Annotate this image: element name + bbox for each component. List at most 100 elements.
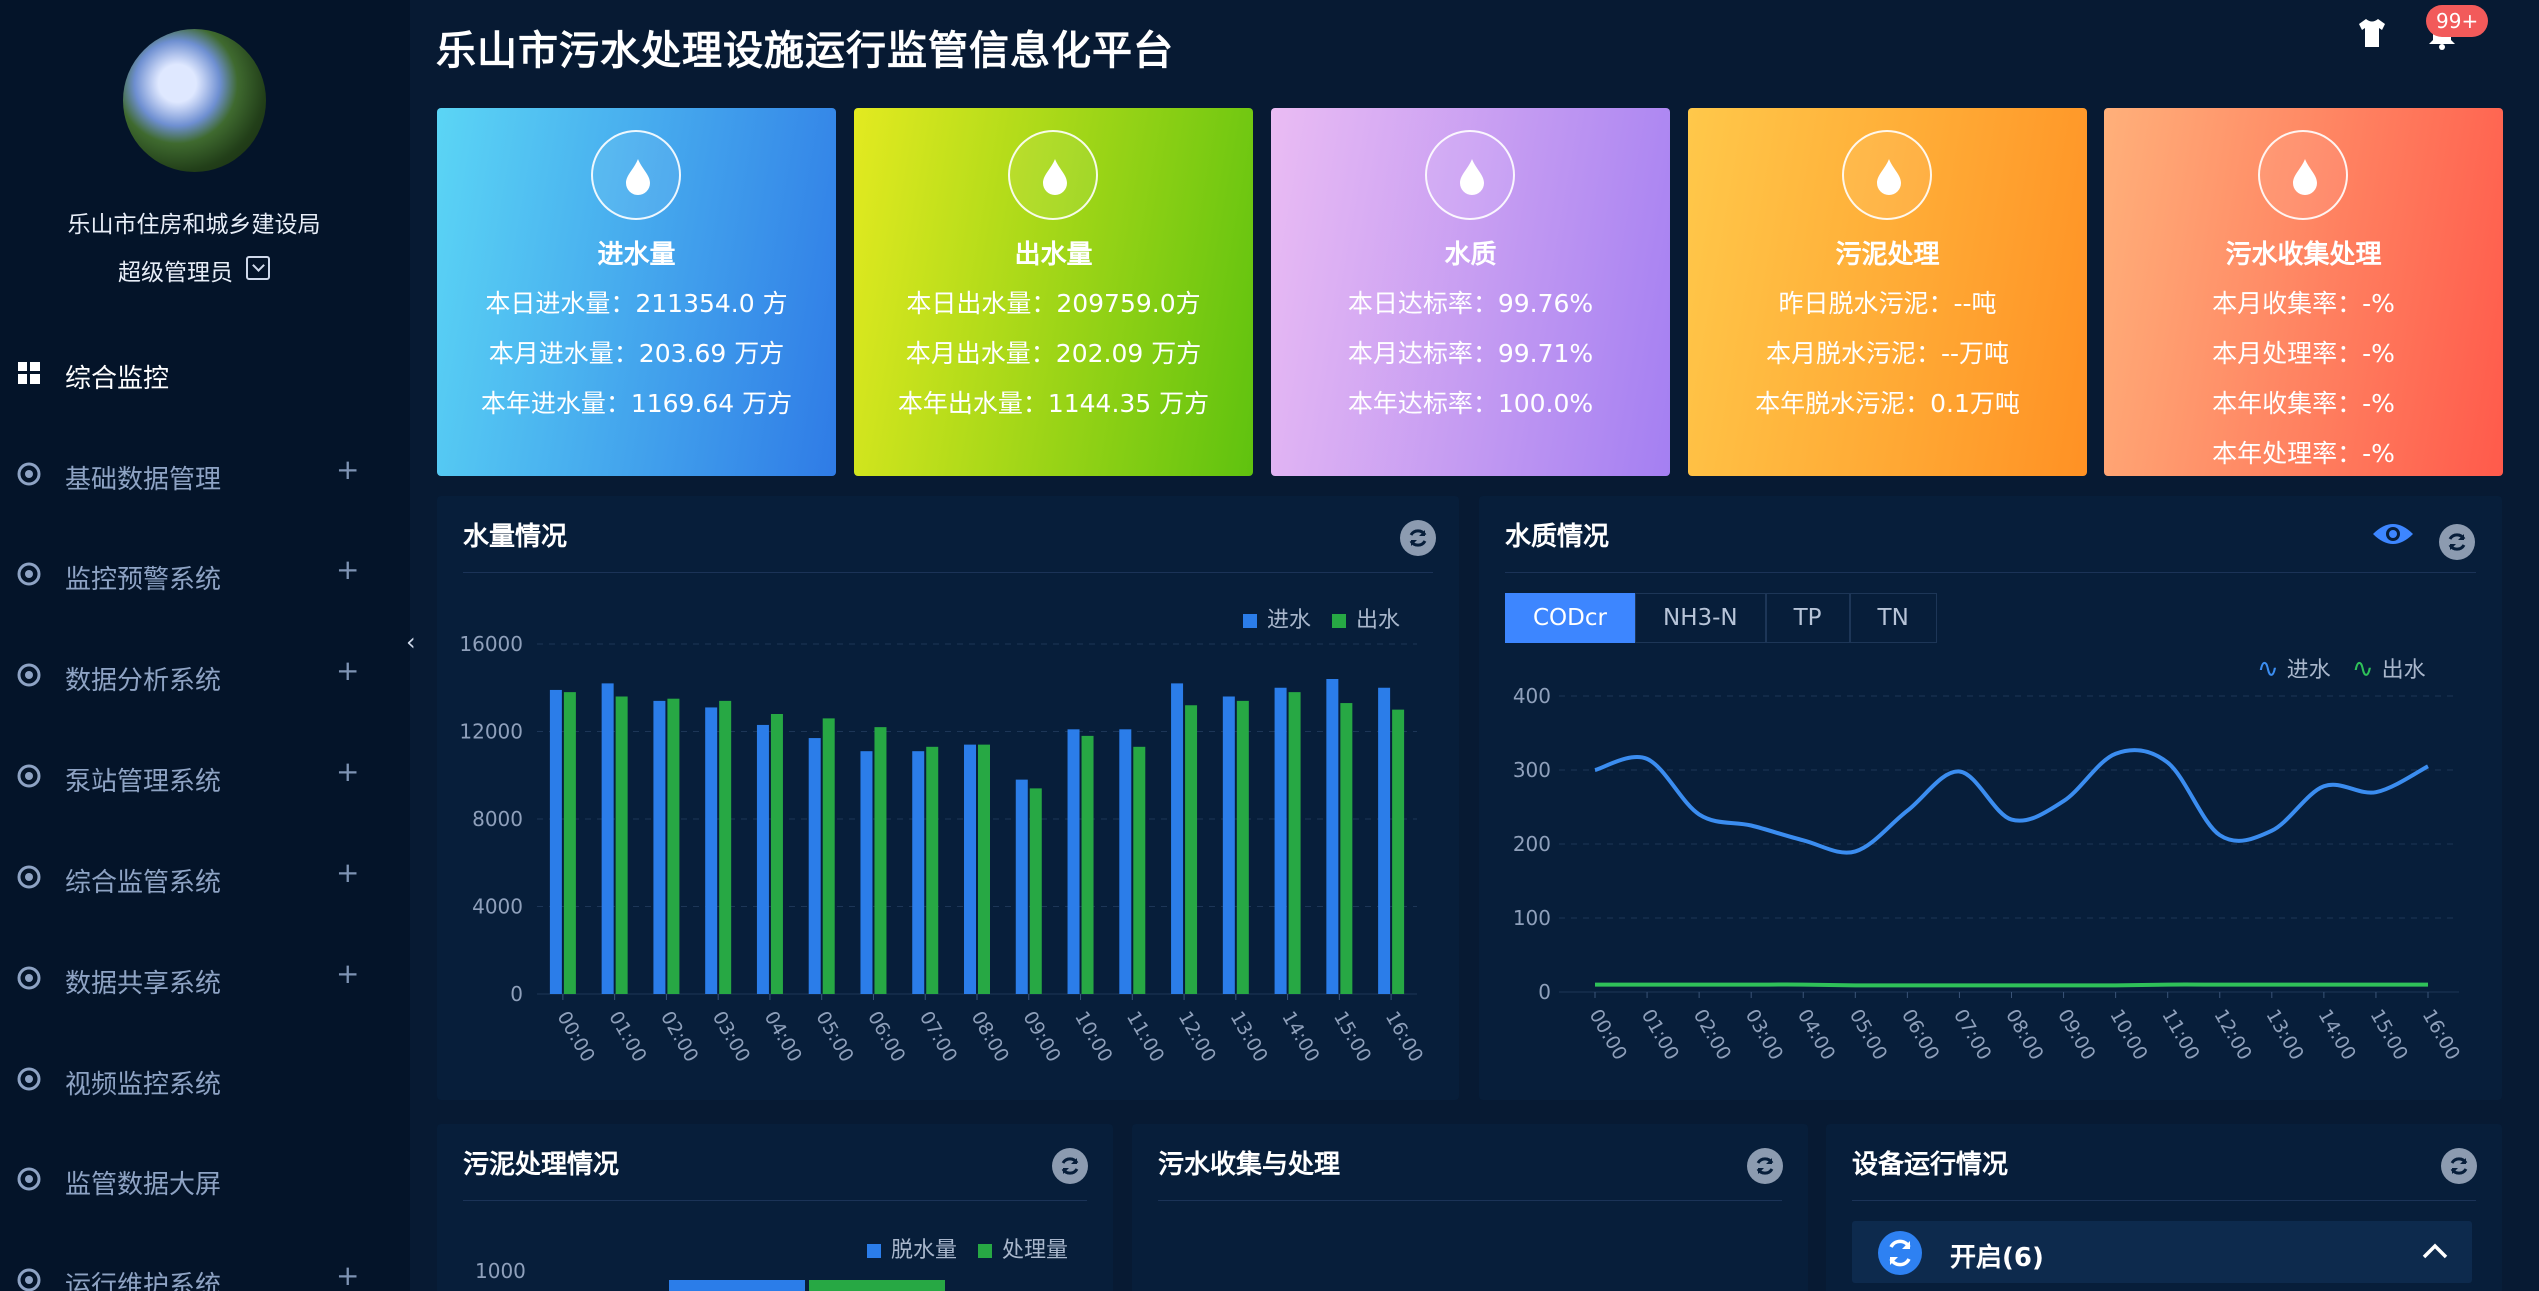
x-tick-label: 05:00	[811, 1008, 857, 1066]
bar-in[interactable]	[549, 689, 562, 994]
x-tick-label: 01:00	[604, 1008, 650, 1066]
bar-out[interactable]	[1185, 705, 1198, 994]
expand-plus-icon[interactable]: +	[336, 654, 359, 687]
bar-out[interactable]	[615, 696, 628, 995]
refresh-icon[interactable]	[1747, 1148, 1783, 1184]
chart-legend[interactable]: 脱水量 处理量	[867, 1232, 1068, 1264]
panel-divider	[1158, 1200, 1782, 1201]
sludge-bar	[809, 1280, 945, 1291]
x-tick-label: 14:00	[2314, 1006, 2360, 1064]
bar-out[interactable]	[1288, 692, 1301, 994]
sidebar-item-1[interactable]: 基础数据管理 +	[0, 445, 388, 505]
expand-plus-icon[interactable]: +	[336, 553, 359, 586]
skin-shirt-icon[interactable]	[2355, 16, 2389, 50]
bar-in[interactable]	[1015, 779, 1028, 994]
expand-plus-icon[interactable]: +	[336, 755, 359, 788]
stat-card-1[interactable]: 出水量 本日出水量：209759.0方 本月出水量：202.09 万方 本年出水量：1…	[854, 108, 1253, 476]
sidebar-item-3[interactable]: 数据分析系统 +	[0, 646, 388, 706]
bar-out[interactable]	[1392, 709, 1405, 994]
avatar[interactable]	[123, 29, 266, 172]
sidebar-item-0[interactable]: 综合监控	[0, 344, 388, 404]
bar-out[interactable]	[978, 744, 990, 994]
role-dropdown-icon[interactable]	[246, 256, 270, 280]
panel-title: 污水收集与处理	[1158, 1150, 1341, 1180]
sidebar-item-label: 监管数据大屏	[65, 1170, 222, 1200]
bar-out[interactable]	[822, 718, 835, 994]
bar-out[interactable]	[1340, 703, 1353, 994]
sidebar-item-6[interactable]: 数据共享系统 +	[0, 949, 388, 1009]
refresh-icon[interactable]	[1052, 1148, 1088, 1184]
bar-out[interactable]	[719, 700, 732, 994]
dashboard-icon	[18, 362, 40, 384]
bar-in[interactable]	[860, 751, 873, 994]
card-stat-line: 本年脱水污泥：0.1万吨	[1755, 389, 2020, 418]
expand-plus-icon[interactable]: +	[336, 856, 359, 889]
bar-in[interactable]	[1326, 679, 1339, 994]
stat-card-4[interactable]: 污水收集处理 本月收集率：-% 本月处理率：-% 本年收集率：-% 本年处理率：-%	[2104, 108, 2503, 476]
bar-in[interactable]	[1378, 687, 1391, 994]
bar-in[interactable]	[808, 738, 821, 994]
water-volume-bar-chart: 040008000120001600000:00 01:00 02:00 03:00 0…	[459, 632, 1427, 1066]
bar-out[interactable]	[770, 714, 783, 994]
bar-out[interactable]	[1081, 735, 1094, 994]
x-tick-label: 15:00	[2366, 1006, 2412, 1064]
refresh-icon[interactable]	[2441, 1148, 2477, 1184]
stat-card-0[interactable]: 进水量 本日进水量：211354.0 方本月进水量：203.69 万方 本年进水量：…	[437, 108, 836, 476]
bar-in[interactable]	[1067, 729, 1080, 994]
x-tick-label: 06:00	[1897, 1006, 1943, 1064]
camera-icon	[17, 1067, 41, 1091]
equipment-accordion[interactable]: 开启(6)	[1852, 1221, 2472, 1283]
sidebar-item-2[interactable]: 监控预警系统 +	[0, 545, 388, 605]
bar-in[interactable]	[756, 724, 769, 994]
sidebar-item-label: 运行维护系统	[65, 1271, 222, 1291]
sidebar-item-9[interactable]: 运行维护系统 +	[0, 1251, 388, 1291]
bar-in[interactable]	[1222, 696, 1235, 995]
bar-in[interactable]	[653, 700, 666, 994]
sidebar-item-label: 数据分析系统	[65, 666, 222, 696]
bar-out[interactable]	[563, 692, 576, 994]
sync-icon	[1878, 1231, 1922, 1275]
sidebar-item-label: 综合监管系统	[65, 868, 222, 898]
x-tick-label: 03:00	[708, 1008, 754, 1066]
flame-icon	[17, 562, 41, 586]
bar-in[interactable]	[1119, 729, 1132, 994]
card-title: 出水量	[1014, 240, 1093, 270]
x-tick-label: 02:00	[1689, 1006, 1735, 1064]
sidebar: 乐山市住房和城乡建设局 超级管理员 综合监控 基础数据管理 + 监控预警系统 + 数据分析…	[0, 0, 410, 1291]
bar-in[interactable]	[601, 683, 614, 994]
stat-card-2[interactable]: 水质 本日达标率：99.76% 本月达标率：99.71% 本年达标率：100.0%	[1271, 108, 1670, 476]
user-role[interactable]: 超级管理员	[118, 253, 233, 287]
bar-in[interactable]	[705, 707, 718, 994]
card-stat-line: 本月处理率：-%	[2212, 339, 2395, 368]
sidebar-item-5[interactable]: 综合监管系统 +	[0, 848, 388, 908]
card-stat-line: 本月收集率：-%	[2212, 289, 2395, 318]
x-tick-label: 11:00	[2157, 1006, 2203, 1064]
bar-in[interactable]	[1171, 683, 1184, 994]
sidebar-item-7[interactable]: 视频监控系统	[0, 1050, 388, 1110]
sludge-icon	[1842, 130, 1932, 220]
sidebar-item-label: 基础数据管理	[65, 465, 222, 495]
sidebar-collapse-icon[interactable]: ‹	[406, 628, 424, 656]
notification-badge: 99+	[2426, 5, 2489, 37]
x-tick-label: 14:00	[1277, 1008, 1323, 1066]
series-line-in[interactable]	[1594, 748, 2429, 855]
bar-in[interactable]	[964, 744, 976, 994]
chevron-up-icon[interactable]	[2420, 1237, 2450, 1267]
stat-card-3[interactable]: 污泥处理 昨日脱水污泥：--吨 本月脱水污泥：--万吨 本年脱水污泥：0.1万吨	[1688, 108, 2087, 476]
bar-in[interactable]	[912, 751, 925, 994]
sidebar-item-8[interactable]: 监管数据大屏	[0, 1150, 388, 1210]
bar-out[interactable]	[1133, 746, 1146, 994]
x-tick-label: 13:00	[1225, 1008, 1271, 1066]
card-title: 污水收集处理	[2225, 240, 2382, 270]
bar-out[interactable]	[926, 746, 939, 994]
bar-out[interactable]	[667, 698, 680, 994]
expand-plus-icon[interactable]: +	[336, 453, 359, 486]
bar-out[interactable]	[1236, 700, 1249, 994]
series-line-out[interactable]	[1595, 982, 2428, 988]
expand-plus-icon[interactable]: +	[336, 1259, 359, 1291]
expand-plus-icon[interactable]: +	[336, 957, 359, 990]
bar-out[interactable]	[1029, 788, 1042, 994]
bar-out[interactable]	[874, 727, 887, 994]
bar-in[interactable]	[1274, 687, 1287, 994]
sidebar-item-4[interactable]: 泵站管理系统 +	[0, 747, 388, 807]
